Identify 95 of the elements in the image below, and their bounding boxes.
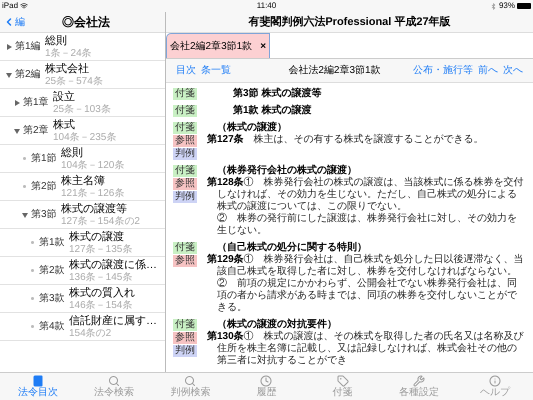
toolbar-link[interactable]: 条一覧 bbox=[201, 63, 231, 78]
toolbar-link[interactable]: 目次 bbox=[176, 63, 196, 78]
article-range: 127条－135条 bbox=[69, 244, 132, 256]
down-triangle-icon[interactable] bbox=[6, 72, 12, 78]
tag-badge[interactable]: 付箋 bbox=[173, 165, 197, 177]
article-range: 136条－145条 bbox=[69, 272, 134, 284]
outline-title: 株主名簿 bbox=[61, 174, 106, 188]
right-triangle-icon[interactable] bbox=[6, 44, 12, 50]
article-range: 154条の2 bbox=[69, 328, 112, 340]
tag-badge[interactable]: 付箋 bbox=[173, 122, 197, 134]
tag-badge[interactable]: 参照 bbox=[173, 255, 197, 267]
info-icon bbox=[488, 375, 501, 387]
tag-badge[interactable]: 判例 bbox=[173, 191, 197, 203]
wrench-icon bbox=[412, 375, 425, 387]
article-range: 121条－126条 bbox=[61, 188, 124, 200]
outline-label: 第2章 bbox=[23, 124, 50, 138]
close-tab-button[interactable]: × bbox=[260, 38, 266, 54]
clock-icon bbox=[260, 375, 272, 387]
document-tab[interactable]: 会社2編2章3節1款 × bbox=[166, 33, 270, 58]
outline-title: 株式会社 bbox=[45, 62, 90, 76]
tag-badge[interactable]: 付箋 bbox=[173, 88, 197, 100]
tag-badge[interactable]: 判例 bbox=[173, 345, 197, 357]
tag-badge[interactable]: 参照 bbox=[173, 332, 197, 344]
outline-title: 設立 bbox=[53, 90, 76, 104]
article-range: 127条－154条の2 bbox=[61, 216, 140, 228]
outline-label: 第1編 bbox=[15, 40, 42, 54]
app-title: 有斐閣判例六法Professional 平成27年版 bbox=[248, 14, 451, 30]
outline-title: 株式の譲渡 bbox=[69, 230, 125, 244]
article-range: 1条－24条 bbox=[45, 48, 92, 60]
section-heading: 第3節 株式の譲渡等 bbox=[233, 88, 322, 100]
article-paragraph: 第130条① 株式の譲渡は、その株式を取得した者の氏名又は名称及び住所を株主名簿に記載し、又は記録しなければ、株式会社その他の第三者に対抗することができ bbox=[207, 331, 525, 367]
down-triangle-icon[interactable] bbox=[14, 128, 20, 134]
tab-label: 会社2編2章3節1款 bbox=[170, 40, 252, 54]
bullet-icon bbox=[31, 241, 34, 244]
outline-label: 第2節 bbox=[31, 180, 58, 194]
outline-title: 信託財産に属す… bbox=[69, 314, 157, 328]
bullet-icon bbox=[31, 297, 34, 300]
toolbar-link[interactable]: 次へ bbox=[503, 63, 523, 78]
article-caption: （株式の譲渡の対抗要件） bbox=[217, 319, 338, 330]
bullet-icon bbox=[31, 325, 34, 328]
article-range: 25条－103条 bbox=[53, 104, 111, 116]
bullet-icon bbox=[23, 185, 26, 188]
search-icon bbox=[108, 375, 120, 387]
article-range: 25条－574条 bbox=[45, 76, 103, 88]
tag-badge[interactable]: 付箋 bbox=[173, 319, 197, 331]
outline-label: 第1節 bbox=[31, 152, 58, 166]
article-range: 146条－154条 bbox=[69, 300, 134, 312]
battery-percent: 93% bbox=[498, 2, 515, 10]
clock-time: 11:40 bbox=[256, 2, 276, 10]
article-paragraph: 第127条 株主は、その有する株式を譲渡することができる。 bbox=[207, 134, 485, 146]
section-heading: 第1款 株式の譲渡 bbox=[233, 105, 312, 117]
outline-label: 第2編 bbox=[15, 68, 42, 82]
outline-title: 株式の譲渡に係… bbox=[69, 258, 157, 272]
article-paragraph: ② 株券の発行前にした譲渡は、株券発行会社に対し、その効力を生じない。 bbox=[216, 213, 518, 237]
article-paragraph: ② 前項の規定にかかわらず、公開会社でない株券発行会社は、同項の者から請求がある時までは、同項の株券を交付しないことができる。 bbox=[216, 278, 518, 314]
bluetooth-icon bbox=[490, 2, 497, 10]
tag-badge[interactable]: 参照 bbox=[173, 135, 197, 147]
sidebar-title: ◎会社法 bbox=[62, 14, 110, 31]
search-icon bbox=[184, 375, 196, 387]
article-caption: （自己株式の処分に関する特則） bbox=[217, 242, 368, 254]
outline-title: 株式の質入れ bbox=[69, 286, 135, 300]
article-caption: （株券発行会社の株式の譲渡） bbox=[217, 165, 358, 176]
battery-icon bbox=[517, 3, 531, 9]
tag-icon bbox=[336, 375, 349, 387]
device-name: iPad bbox=[2, 2, 18, 10]
tag-badge[interactable]: 判例 bbox=[173, 148, 197, 160]
outline-label: 第3節 bbox=[31, 208, 58, 222]
bullet-icon bbox=[23, 157, 26, 160]
right-triangle-icon[interactable] bbox=[14, 100, 20, 106]
wifi-icon bbox=[20, 2, 28, 10]
toolbar-link[interactable]: 公布・施行等 bbox=[413, 63, 473, 78]
outline-title: 株式 bbox=[53, 118, 76, 132]
tag-badge[interactable]: 付箋 bbox=[173, 105, 197, 117]
outline-label: 第2款 bbox=[39, 264, 66, 278]
down-triangle-icon[interactable] bbox=[22, 212, 28, 218]
section-title: 会社法2編2章3節1款 bbox=[288, 64, 381, 78]
outline-title: 総則 bbox=[45, 34, 68, 48]
outline-title: 総則 bbox=[61, 146, 84, 160]
back-button[interactable]: 編 bbox=[0, 14, 25, 30]
outline-label: 第3款 bbox=[39, 292, 66, 306]
toolbar-link[interactable]: 前へ bbox=[478, 63, 498, 78]
outline-label: 第4款 bbox=[39, 320, 66, 334]
tag-badge[interactable]: 参照 bbox=[173, 178, 197, 190]
article-caption: （株式の譲渡） bbox=[217, 122, 288, 134]
outline-label: 第1章 bbox=[23, 96, 50, 110]
outline-title: 株式の譲渡等 bbox=[61, 202, 128, 216]
article-paragraph: 第129条① 株券発行会社は、自己株式を処分した日以後遅滞なく、当該自己株式を取得した者に対し、株券を交付しなければならない。 bbox=[207, 254, 525, 278]
outline-label: 第1款 bbox=[39, 236, 66, 250]
article-range: 104条－235条 bbox=[53, 132, 116, 144]
book-icon bbox=[32, 375, 44, 387]
article-paragraph: 第128条① 株券発行会社の株式の譲渡は、当該株式に係る株券を交付しなければ、その効力を生じない。ただし、自己株式の処分による株式の譲渡については、この限りでない。 bbox=[207, 177, 525, 212]
tag-badge[interactable]: 付箋 bbox=[173, 242, 197, 254]
article-range: 104条－120条 bbox=[61, 160, 124, 172]
bullet-icon bbox=[31, 269, 34, 272]
tab-bar-item[interactable]: 法令目次 bbox=[0, 373, 76, 400]
